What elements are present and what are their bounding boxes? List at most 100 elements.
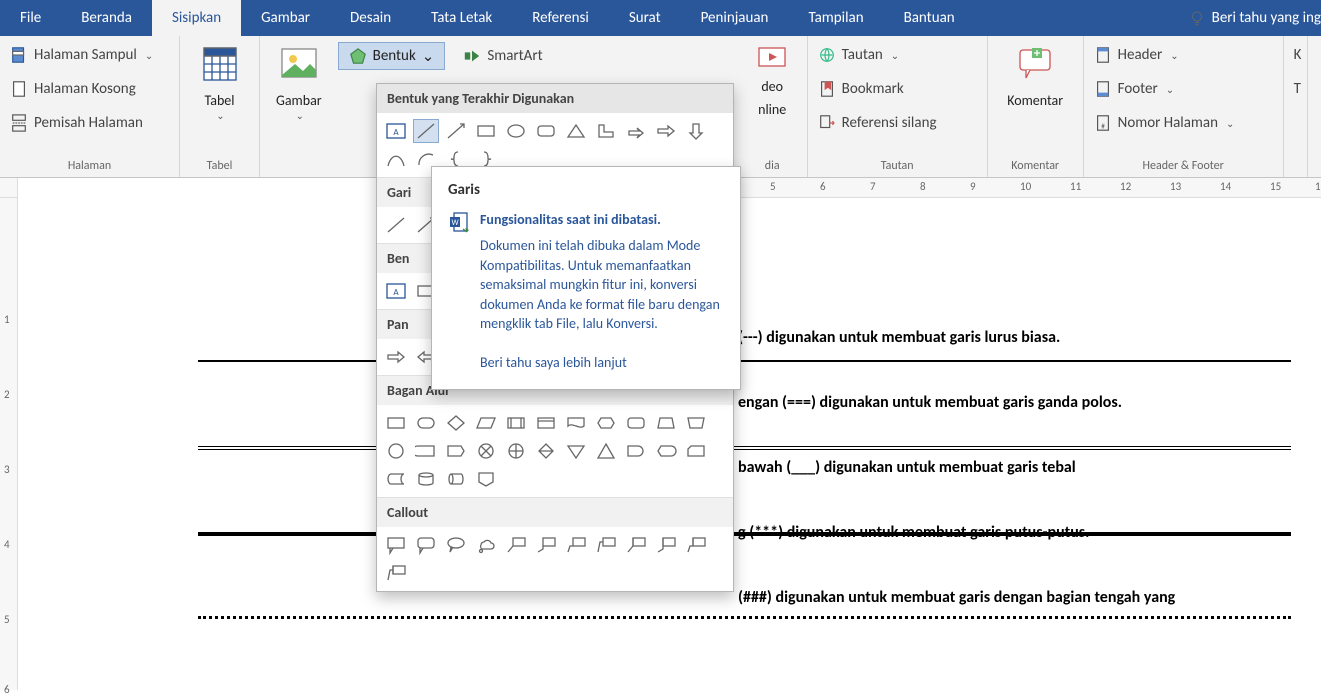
label: Gambar [276, 92, 322, 109]
co-bar3[interactable] [683, 533, 709, 557]
shape-line2[interactable] [383, 213, 409, 237]
fc-circle[interactable] [383, 439, 409, 463]
btn-pemisah-halaman[interactable]: Pemisah Halaman [10, 110, 153, 136]
tooltip-title: Garis [448, 181, 724, 199]
shape-arrow-down[interactable] [683, 119, 709, 143]
tab-surat[interactable]: Surat [609, 0, 681, 36]
shape-rect[interactable] [473, 119, 499, 143]
fc-display[interactable] [653, 439, 679, 463]
fc-card[interactable] [683, 439, 709, 463]
vertical-ruler[interactable]: 1 2 3 4 5 6 [0, 198, 18, 690]
shape-round-rect[interactable] [533, 119, 559, 143]
fc-sum[interactable] [473, 439, 499, 463]
fc-pent[interactable] [443, 439, 469, 463]
shape-line[interactable] [413, 119, 439, 143]
shape-l[interactable] [593, 119, 619, 143]
tab-gambar[interactable]: Gambar [241, 0, 330, 36]
btn-bentuk[interactable]: Bentuk⌄ [338, 42, 446, 70]
group-label-tabel: Tabel [190, 155, 249, 175]
btn-cut-t[interactable]: T [1294, 76, 1302, 102]
btn-nomor-halaman[interactable]: # Nomor Halaman⌄ [1094, 110, 1235, 136]
btn-smartart[interactable]: SmartArt [463, 43, 542, 69]
btn-gambar[interactable]: Gambar ⌄ [270, 42, 328, 122]
shape-freeform[interactable] [383, 147, 409, 171]
co-rect[interactable] [383, 533, 409, 557]
fc-offpage[interactable] [473, 467, 499, 491]
shape-textbox[interactable]: A [383, 119, 409, 143]
fc-round[interactable] [413, 411, 439, 435]
tooltip-link[interactable]: Beri tahu saya lebih lanjut [480, 354, 724, 371]
shape-triangle[interactable] [563, 119, 589, 143]
fc-or[interactable] [503, 439, 529, 463]
btn-referensi-silang[interactable]: Referensi silang [818, 110, 937, 136]
fc-sort[interactable] [533, 439, 559, 463]
btn-halaman-sampul[interactable]: Halaman Sampul⌄ [10, 42, 153, 68]
fc-disk[interactable] [413, 467, 439, 491]
shape-oval[interactable] [503, 119, 529, 143]
co-oval[interactable] [443, 533, 469, 557]
tab-sisipkan[interactable]: Sisipkan [152, 0, 241, 36]
page-break-icon [10, 114, 28, 132]
svg-text:A: A [393, 287, 399, 298]
shapes-section-callout: Callout [377, 498, 733, 527]
fc-stored[interactable] [383, 467, 409, 491]
label: Bentuk [373, 47, 416, 65]
shape-bent-arrow[interactable] [623, 119, 649, 143]
co-bar4[interactable] [383, 561, 409, 585]
btn-cut-k[interactable]: K [1294, 42, 1302, 68]
tab-beranda[interactable]: Beranda [61, 0, 152, 36]
tab-tampilan[interactable]: Tampilan [788, 0, 883, 36]
fc-delay[interactable] [623, 439, 649, 463]
fc-hex[interactable] [593, 411, 619, 435]
fc-extract[interactable] [593, 439, 619, 463]
co-line1[interactable] [503, 533, 529, 557]
co-line3[interactable] [563, 533, 589, 557]
fc-diamond[interactable] [443, 411, 469, 435]
btn-video-partial[interactable]: deo nline [751, 42, 793, 118]
label: SmartArt [487, 47, 542, 65]
shapes-section-recent: Bentuk yang Terakhir Digunakan [377, 84, 733, 113]
fc-trap2[interactable] [683, 411, 709, 435]
horizontal-ruler[interactable]: 5 6 7 8 9 10 11 12 13 14 15 16 [740, 178, 1321, 198]
btn-footer[interactable]: Footer⌄ [1094, 76, 1235, 102]
shape-arrow-right[interactable] [653, 119, 679, 143]
fc-trap[interactable] [653, 411, 679, 435]
label: Footer [1118, 80, 1158, 98]
fc-doublerect[interactable] [503, 411, 529, 435]
group-label-komentar: Komentar [998, 155, 1073, 175]
co-bar1[interactable] [623, 533, 649, 557]
shape-line-arrow[interactable] [443, 119, 469, 143]
co-bar2[interactable] [653, 533, 679, 557]
video-icon [757, 42, 787, 72]
tab-file[interactable]: File [0, 0, 61, 36]
tab-referensi[interactable]: Referensi [512, 0, 609, 36]
fc-document[interactable] [563, 411, 589, 435]
tell-me[interactable]: Beri tahu yang ing [1168, 0, 1321, 36]
shapes-icon [349, 47, 367, 65]
shape-textbox2[interactable]: A [383, 279, 409, 303]
fc-direct[interactable] [443, 467, 469, 491]
fc-merge[interactable] [563, 439, 589, 463]
tab-desain[interactable]: Desain [330, 0, 411, 36]
fc-cylrect[interactable] [533, 411, 559, 435]
co-line2[interactable] [533, 533, 559, 557]
tab-peninjauan[interactable]: Peninjauan [681, 0, 789, 36]
btn-bookmark[interactable]: Bookmark [818, 76, 937, 102]
tab-tata-letak[interactable]: Tata Letak [411, 0, 512, 36]
shape-arrow-r2[interactable] [383, 345, 409, 369]
fc-rect[interactable] [383, 411, 409, 435]
fc-parallel[interactable] [473, 411, 499, 435]
fc-round2[interactable] [623, 411, 649, 435]
tab-bantuan[interactable]: Bantuan [884, 0, 975, 36]
btn-tabel[interactable]: Tabel ⌄ [192, 42, 248, 122]
btn-tautan[interactable]: Tautan⌄ [818, 42, 937, 68]
co-line4[interactable] [593, 533, 619, 557]
co-round[interactable] [413, 533, 439, 557]
doc-rule-2 [198, 446, 1291, 450]
btn-header[interactable]: Header⌄ [1094, 42, 1235, 68]
fc-curverect[interactable] [413, 439, 439, 463]
co-cloud[interactable] [473, 533, 499, 557]
btn-komentar[interactable]: Komentar [1001, 42, 1069, 109]
footer-icon [1094, 80, 1112, 98]
btn-halaman-kosong[interactable]: Halaman Kosong [10, 76, 153, 102]
